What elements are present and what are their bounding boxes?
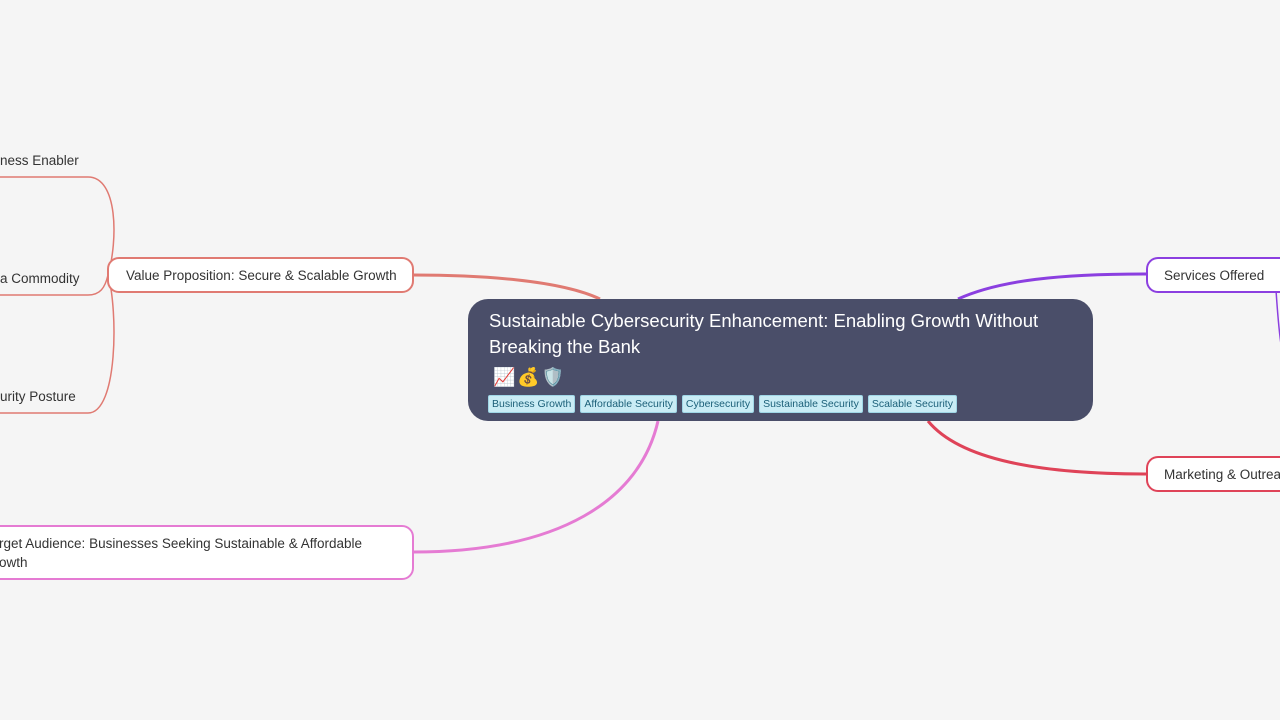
topic-target-audience[interactable]: rget Audience: Businesses Seeking Sustai… [0,525,414,580]
connector-marketing [926,420,1148,476]
topic-services-offered-label: Services Offered [1164,267,1265,283]
topic-value-proposition[interactable]: Value Proposition: Secure & Scalable Gro… [107,257,414,293]
root-topic-title: Sustainable Cybersecurity Enhancement: E… [489,310,1039,357]
topic-value-proposition-label: Value Proposition: Secure & Scalable Gro… [126,267,397,283]
tag-scalable-security[interactable]: Scalable Security [867,395,957,413]
connector-services-offered [957,272,1148,301]
subtopic-security-posture[interactable]: urity Posture [0,389,76,404]
root-topic-node[interactable]: Sustainable Cybersecurity Enhancement: E… [468,299,1093,421]
subtopic-business-enabler[interactable]: ness Enabler [0,153,79,168]
tag-sustainable-security[interactable]: Sustainable Security [759,395,863,413]
connector-value-child-1 [0,176,115,276]
subtopic-commodity[interactable]: a Commodity [0,271,80,286]
connector-services-child-2 [1275,289,1280,343]
tag-cybersecurity[interactable]: Cybersecurity [681,395,755,413]
connector-target-audience [412,420,660,554]
root-topic-emoji: 📈💰🛡️ [493,367,567,387]
topic-target-audience-label: rget Audience: Businesses Seeking Sustai… [0,535,362,570]
topic-marketing-outreach-label: Marketing & Outrea [1164,466,1280,482]
connector-value-proposition [412,273,601,301]
tag-affordable-security[interactable]: Affordable Security [580,395,677,413]
tag-list: Business Growth Affordable Security Cybe… [488,395,957,413]
mind-map-canvas[interactable]: Sustainable Cybersecurity Enhancement: E… [0,0,1280,720]
tag-business-growth[interactable]: Business Growth [488,395,576,413]
topic-services-offered[interactable]: Services Offered [1146,257,1280,293]
topic-marketing-outreach[interactable]: Marketing & Outrea [1146,456,1280,492]
